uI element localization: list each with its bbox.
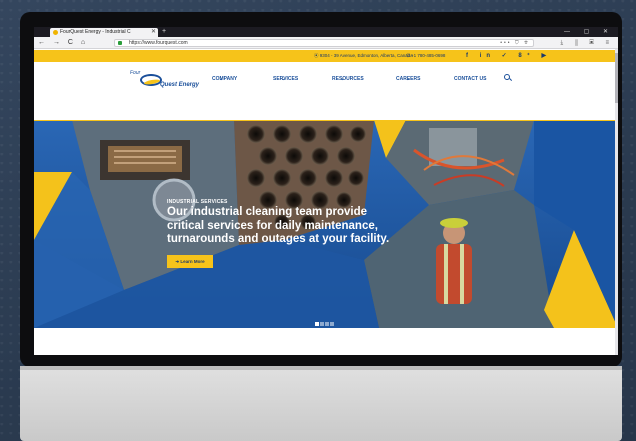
tab-title: FourQuest Energy - Industrial C (60, 29, 131, 35)
site-logo[interactable]: Four Quest Energy (130, 70, 199, 92)
scrollbar-thumb[interactable] (615, 53, 618, 103)
browser-toolbar: ← → C ⌂ https://www.fourquest.com ••• ⛉ … (34, 37, 618, 49)
favicon-icon (53, 30, 58, 35)
hero-slider: INDUSTRIAL SERVICES Our industrial clean… (34, 120, 618, 328)
logo-word-four: Four (130, 70, 141, 76)
monitor-chin-shadow (20, 366, 622, 370)
chevron-down-icon: ⌄ (405, 76, 410, 82)
chevron-down-icon: ⌄ (340, 76, 345, 82)
slider-dot[interactable] (325, 322, 329, 326)
topbar-phone[interactable]: +1 780-485-0698 (411, 53, 445, 58)
chevron-down-icon: ⌄ (218, 76, 224, 82)
slider-dot[interactable] (330, 322, 334, 326)
lock-icon (118, 41, 122, 45)
browser-screen: FourQuest Energy - Industrial C ✕ + — ▢ … (34, 27, 618, 355)
menu-item-contact[interactable]: CONTACT US (454, 76, 486, 82)
toolbar-icons[interactable]: ⤓ ⫼ ▣ ≡ (561, 37, 614, 49)
learn-more-button[interactable]: ➜ Learn More (167, 255, 213, 268)
browser-tab[interactable]: FourQuest Energy - Industrial C ✕ (50, 28, 158, 37)
menu-label: COMPANY (212, 76, 238, 82)
menu-label: SERVICES (273, 76, 299, 82)
menu-item-careers[interactable]: CAREERS ⌄ (396, 76, 420, 82)
window-controls[interactable]: — ▢ ✕ (564, 27, 614, 37)
phone-icon: ✆ +1 780-485-0698 (406, 53, 446, 58)
topbar-address[interactable]: 9304 - 39 Avenue, Edmonton, Alberta, Can… (320, 53, 413, 58)
tab-strip: FourQuest Energy - Industrial C ✕ + — ▢ … (34, 27, 618, 37)
new-tab-button[interactable]: + (162, 27, 166, 37)
url-text: https://www.fourquest.com (129, 40, 188, 46)
page-actions[interactable]: ••• ⛉ ☆ (500, 40, 530, 47)
page-content-area (34, 328, 618, 355)
hero-eyebrow: INDUSTRIAL SERVICES (167, 199, 228, 205)
site-topbar: ⦿ 9304 - 39 Avenue, Edmonton, Alberta, C… (34, 50, 618, 62)
menu-item-resources[interactable]: RESOURCES ⌄ (332, 76, 364, 82)
chevron-down-icon: ⌄ (281, 76, 286, 82)
search-icon[interactable] (504, 74, 510, 80)
slider-dots (315, 313, 335, 328)
menu-item-company[interactable]: COMPANY ⌄ (212, 76, 237, 82)
close-tab-icon[interactable]: ✕ (151, 28, 156, 37)
navigation-buttons[interactable]: ← → C ⌂ (38, 37, 88, 49)
social-icons[interactable]: f in ✓ 8⁺ ▶ (466, 50, 551, 62)
slider-dot[interactable] (320, 322, 324, 326)
slider-dot[interactable] (315, 322, 319, 326)
hero-headline: Our industrial cleaning team provide cri… (167, 206, 390, 245)
monitor-chin (20, 366, 622, 441)
logo-word-quest: Quest Energy (160, 82, 200, 88)
menu-item-services[interactable]: SERVICES ⌄ (273, 76, 298, 82)
address-bar[interactable]: https://www.fourquest.com ••• ⛉ ☆ (114, 39, 534, 47)
map-pin-icon: ⦿ 9304 - 39 Avenue, Edmonton, Alberta, C… (314, 53, 413, 58)
menu-label: RESOURCES (332, 76, 364, 82)
